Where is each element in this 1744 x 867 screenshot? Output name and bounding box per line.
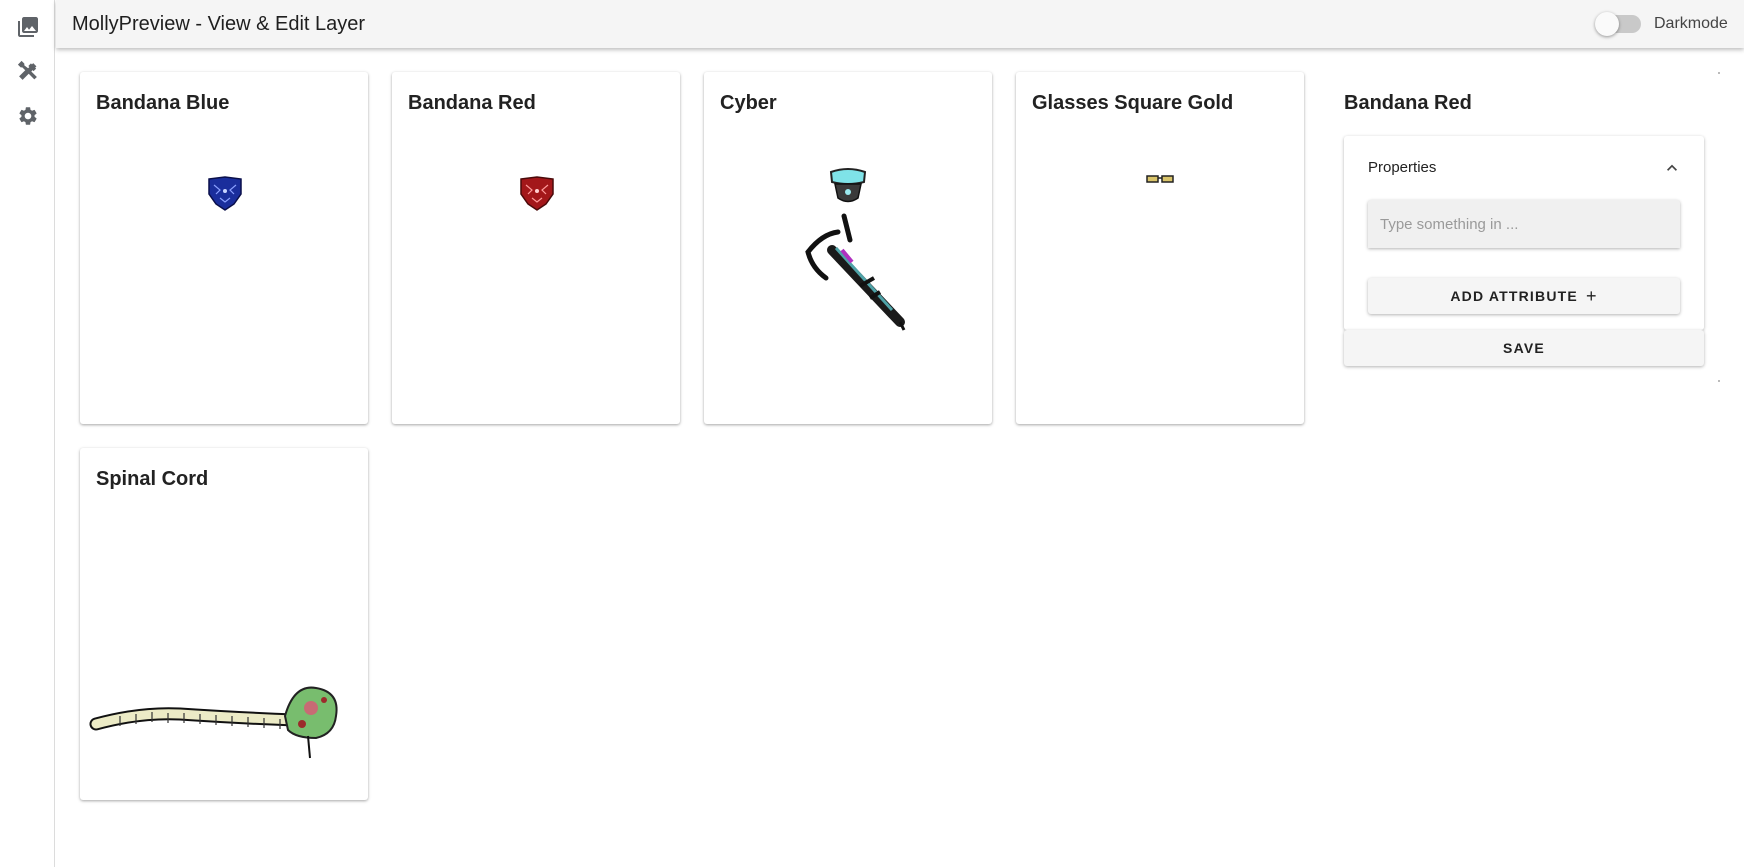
gear-icon (19, 107, 37, 125)
image-gallery-icon (18, 17, 38, 37)
save-button[interactable]: Save (1344, 330, 1704, 366)
toggle-knob (1595, 12, 1619, 36)
properties-header[interactable]: Properties (1344, 136, 1704, 200)
edge-mark (1718, 72, 1720, 74)
chevron-up-icon (1667, 164, 1677, 171)
spinal-cord-image (89, 686, 338, 759)
glasses-square-gold-image (1146, 175, 1174, 183)
layer-card-bandana-red[interactable]: Bandana Red (392, 72, 680, 424)
layer-card-glasses-square-gold[interactable]: Glasses Square Gold (1016, 72, 1304, 424)
tools-nav-button[interactable] (13, 56, 43, 86)
plus-icon: + (1585, 285, 1598, 306)
page-title: MollyPreview - View & Edit Layer (72, 13, 366, 35)
cyber-image (805, 168, 906, 331)
darkmode-toggle[interactable] (1595, 12, 1643, 36)
bandana-red-image (520, 176, 554, 211)
darkmode-label: Darkmode (1654, 15, 1728, 32)
layer-card-bandana-blue[interactable]: Bandana Blue (80, 72, 368, 424)
save-label: Save (1503, 340, 1545, 356)
properties-panel: Properties Add Attribute + (1344, 136, 1704, 330)
edge-mark (1718, 380, 1720, 382)
add-attribute-label: Add Attribute (1450, 288, 1578, 304)
layer-card-cyber[interactable]: Cyber (704, 72, 992, 424)
app-bar: MollyPreview - View & Edit Layer Darkmod… (56, 0, 1744, 48)
layer-card-spinal-cord[interactable]: Spinal Cord (80, 448, 368, 800)
tools-icon (17, 60, 37, 80)
settings-nav-button[interactable] (13, 101, 43, 131)
bandana-blue-image (208, 176, 242, 211)
properties-label: Properties (1368, 159, 1437, 176)
attribute-input[interactable] (1368, 200, 1680, 248)
add-attribute-button[interactable]: Add Attribute + (1368, 278, 1680, 314)
selected-layer-title: Bandana Red (1344, 92, 1472, 114)
side-nav (0, 0, 55, 867)
gallery-nav-button[interactable] (13, 12, 43, 42)
